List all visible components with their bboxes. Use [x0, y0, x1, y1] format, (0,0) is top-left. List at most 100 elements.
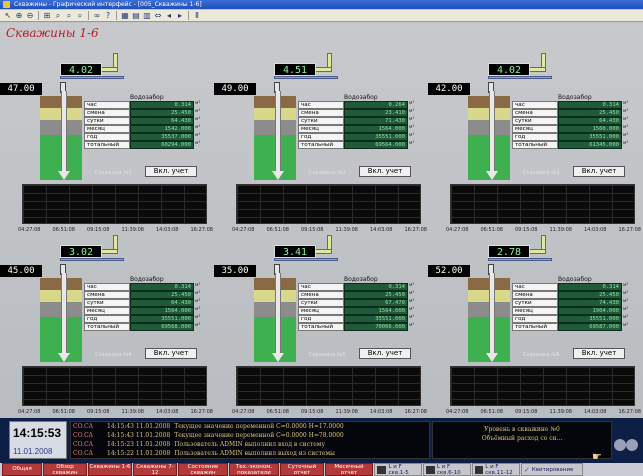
- nav-button-3[interactable]: Скважины 1-6: [88, 463, 132, 476]
- help-icon[interactable]: ?: [103, 11, 113, 21]
- trend-time-axis: 04:27:08 06:51:08 09:15:08 11:39:08 14:03:08…: [446, 227, 641, 233]
- alarm-bell-icon[interactable]: [614, 439, 626, 451]
- table-row: месяц 1564.000 м³: [298, 306, 420, 315]
- time-tick: 16:27:08: [618, 409, 641, 415]
- flow-value: 3.41: [274, 245, 316, 258]
- time-tick: 11:39:08: [121, 227, 144, 233]
- zoom-page-icon[interactable]: ⌕: [75, 11, 85, 21]
- row-value: 25.450: [558, 108, 622, 117]
- row-label: час: [84, 283, 130, 291]
- trend-chart[interactable]: [22, 184, 207, 224]
- table-row: сутки 64.430 м³: [84, 116, 206, 125]
- trend-chart[interactable]: [236, 184, 421, 224]
- nav-button-2[interactable]: Обзор скважин: [43, 463, 87, 476]
- nav-chart-label: L и F скв.6-10: [436, 463, 461, 476]
- row-unit: м³: [623, 322, 629, 328]
- row-value: 0.314: [558, 101, 622, 109]
- account-button[interactable]: Вкл. учет: [573, 166, 625, 177]
- row-value: 0.314: [344, 283, 408, 291]
- time-tick: 04:27:08: [232, 409, 255, 415]
- zoom-rect-icon[interactable]: ⊞: [42, 11, 52, 21]
- nav-chart-button-1[interactable]: L и F скв.1-5: [374, 463, 422, 476]
- log-row: CO.CA 14:15:43 11.01.2008 Текущее значение…: [71, 431, 429, 440]
- pipe-outlet: [488, 258, 552, 261]
- log-message: Пользователь ADMIN выполнил выход из сис…: [174, 450, 335, 457]
- pipe-outlet: [274, 76, 338, 79]
- pointer-icon[interactable]: ↖: [3, 11, 13, 21]
- zoom-all-icon[interactable]: ⌕: [64, 11, 74, 21]
- nav-button-4[interactable]: Скважины 7-12: [133, 463, 177, 476]
- time-tick: 06:51:08: [52, 409, 75, 415]
- intake-label: Водозабор: [130, 94, 164, 101]
- trend-chart[interactable]: [450, 184, 635, 224]
- nav-chart-button-2[interactable]: L и F скв.6-10: [423, 463, 471, 476]
- forward-icon[interactable]: ▸: [175, 11, 185, 21]
- time-tick: 04:27:08: [18, 227, 41, 233]
- row-value: 35537.000: [130, 132, 194, 141]
- pipe-outlet: [274, 258, 338, 261]
- alarm-panel[interactable]: Уровень в скважине №0 Объёмный расход со…: [432, 421, 612, 459]
- account-button[interactable]: Вкл. учет: [359, 166, 411, 177]
- zoom-in-icon[interactable]: ⊕: [14, 11, 24, 21]
- time-tick: 09:15:08: [301, 409, 324, 415]
- time-tick: 09:15:08: [515, 409, 538, 415]
- nav-button-5[interactable]: Состояние скважин: [178, 463, 228, 476]
- row-value: 64.430: [558, 116, 622, 125]
- time-tick: 14:03:08: [156, 409, 179, 415]
- account-button[interactable]: Вкл. учет: [359, 348, 411, 359]
- nav-button-6[interactable]: Тех.-эконом. показатели: [229, 463, 279, 476]
- row-unit: м³: [195, 132, 201, 138]
- row-label: тотальный: [84, 322, 130, 331]
- nav-button-7[interactable]: Суточный отчет: [280, 463, 324, 476]
- trend-chart[interactable]: [22, 366, 207, 406]
- pump-pipe: [275, 91, 281, 177]
- pipe-outlet: [60, 76, 124, 79]
- time-tick: 04:27:08: [446, 227, 469, 233]
- intake-label: Водозабор: [558, 94, 592, 101]
- account-button[interactable]: Вкл. учет: [145, 166, 197, 177]
- chart-icon[interactable]: ▥: [142, 11, 152, 21]
- hand-cursor-icon: ☛: [592, 450, 602, 463]
- time-tick: 06:51:08: [52, 227, 75, 233]
- account-button[interactable]: Вкл. учет: [145, 348, 197, 359]
- grid-icon[interactable]: ▦: [120, 11, 130, 21]
- volume-table: час 0.314 м³ смена 25.450 м³ сутки 67.470 м³ меся…: [298, 283, 420, 331]
- clock-date: 11.01.2008: [13, 447, 53, 456]
- level-value: 49.00: [214, 83, 256, 95]
- log-timestamp: 14:15:23 11.01.2008: [107, 441, 171, 448]
- pause-icon[interactable]: Ⅱ: [192, 11, 202, 21]
- navigation-bar: Общая Обзор скважин Скважины 1-6 Скважины 7…: [0, 463, 643, 476]
- nav-button-1[interactable]: Общая: [2, 463, 42, 476]
- account-button[interactable]: Вкл. учет: [573, 348, 625, 359]
- nav-button-8[interactable]: Месячный отчет: [325, 463, 373, 476]
- log-source: CO.CA: [73, 432, 93, 439]
- acknowledge-button[interactable]: ✓ Квитирование: [521, 463, 583, 476]
- row-unit: м³: [409, 124, 415, 130]
- event-log[interactable]: CO.CA 14:15:43 11.01.2008 Текущее значение…: [70, 421, 430, 459]
- row-value: 35551.000: [344, 132, 408, 141]
- sound-icon[interactable]: [626, 439, 638, 451]
- row-value: 0.314: [558, 283, 622, 291]
- alarm-icons[interactable]: [614, 433, 640, 455]
- row-unit: м³: [409, 101, 415, 106]
- trend-chart[interactable]: [236, 366, 421, 406]
- arrows-icon[interactable]: ⇔: [153, 11, 163, 21]
- trend-chart[interactable]: [450, 366, 635, 406]
- well-panel-4: 3.02 45.00 Водозабор час 0.314 м³ смена 25.450 м…: [0, 235, 213, 415]
- row-label: год: [512, 314, 558, 323]
- time-tick: 14:03:08: [156, 227, 179, 233]
- back-icon[interactable]: ◂: [164, 11, 174, 21]
- zoom-out-icon[interactable]: ⊖: [25, 11, 35, 21]
- row-value: 64.430: [130, 116, 194, 125]
- time-tick: 14:03:08: [584, 227, 607, 233]
- time-tick: 14:03:08: [584, 409, 607, 415]
- zoom-fit-icon[interactable]: ⌕: [53, 11, 63, 21]
- layout-icon[interactable]: ▤: [131, 11, 141, 21]
- binoculars-icon[interactable]: ∞: [92, 11, 102, 21]
- row-unit: м³: [623, 314, 629, 320]
- trend-grid: [237, 367, 420, 405]
- nav-chart-button-3[interactable]: L и F скв.11-12: [472, 463, 520, 476]
- table-row: час 0.314 м³: [512, 283, 634, 291]
- trend-time-axis: 04:27:08 06:51:08 09:15:08 11:39:08 14:03:08…: [18, 409, 213, 415]
- row-unit: м³: [409, 298, 415, 304]
